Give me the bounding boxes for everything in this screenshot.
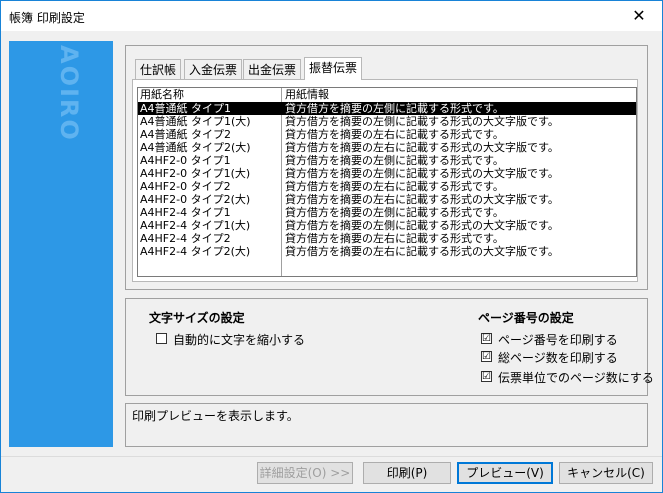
- list-header: 用紙名称 用紙情報: [138, 88, 636, 276]
- button-divider: [1, 456, 662, 457]
- list-item[interactable]: A4普通紙 タイプ1(大) 貸方借方を摘要の左側に記載する形式の大文字版です。: [138, 115, 636, 128]
- paper-info-cell: 貸方借方を摘要の左右に記載する形式の大文字版です。: [285, 193, 559, 206]
- paper-list[interactable]: 用紙名称 用紙情報 A4普通紙 タイプ1 貸方借方を摘要の左側に記載する形式です。…: [137, 87, 637, 277]
- paper-name-cell: A4HF2-0 タイプ1: [140, 154, 231, 167]
- paper-name-cell: A4HF2-4 タイプ1(大): [140, 219, 251, 232]
- auto-shrink-checkbox[interactable]: [156, 333, 167, 344]
- tab-transfer-slip[interactable]: 振替伝票: [304, 57, 363, 80]
- list-item[interactable]: A4HF2-0 タイプ1 貸方借方を摘要の左側に記載する形式です。: [138, 154, 636, 167]
- paper-info-cell: 貸方借方を摘要の左右に記載する形式の大文字版です。: [285, 245, 559, 258]
- list-item[interactable]: A4普通紙 タイプ2 貸方借方を摘要の左右に記載する形式です。: [138, 128, 636, 141]
- paper-info-cell: 貸方借方を摘要の左右に記載する形式です。: [285, 180, 504, 193]
- list-item[interactable]: A4HF2-4 タイプ1 貸方借方を摘要の左側に記載する形式です。: [138, 206, 636, 219]
- header-paper-name[interactable]: 用紙名称: [140, 88, 184, 101]
- paper-info-cell: 貸方借方を摘要の左側に記載する形式の大文字版です。: [285, 167, 559, 180]
- header-paper-info[interactable]: 用紙情報: [285, 88, 329, 101]
- list-item[interactable]: A4普通紙 タイプ2(大) 貸方借方を摘要の左右に記載する形式の大文字版です。: [138, 141, 636, 154]
- font-size-title: 文字サイズの設定: [149, 311, 245, 325]
- tab-payment-slip[interactable]: 出金伝票: [243, 59, 302, 79]
- brand-logo: AOIRO: [55, 45, 83, 142]
- paper-info-cell: 貸方借方を摘要の左側に記載する形式です。: [285, 154, 504, 167]
- paper-info-cell: 貸方借方を摘要の左側に記載する形式の大文字版です。: [285, 219, 559, 232]
- list-item[interactable]: A4HF2-0 タイプ2(大) 貸方借方を摘要の左右に記載する形式の大文字版です。: [138, 193, 636, 206]
- preview-button[interactable]: プレビュー(V): [457, 462, 553, 484]
- brand-panel: AOIRO: [9, 41, 113, 447]
- print-total-pages-label[interactable]: 総ページ数を印刷する: [498, 349, 618, 366]
- paper-name-cell: A4HF2-4 タイプ2(大): [140, 245, 251, 258]
- paper-name-cell: A4HF2-4 タイプ2: [140, 232, 231, 245]
- list-item[interactable]: A4HF2-4 タイプ2 貸方借方を摘要の左右に記載する形式です。: [138, 232, 636, 245]
- list-item[interactable]: A4HF2-4 タイプ2(大) 貸方借方を摘要の左右に記載する形式の大文字版です。: [138, 245, 636, 258]
- cancel-button[interactable]: キャンセル(C): [559, 462, 653, 484]
- paper-name-cell: A4HF2-0 タイプ2: [140, 180, 231, 193]
- paper-name-cell: A4普通紙 タイプ1(大): [140, 115, 251, 128]
- paper-name-cell: A4普通紙 タイプ2(大): [140, 141, 251, 154]
- paper-name-cell: A4HF2-0 タイプ1(大): [140, 167, 251, 180]
- print-total-pages-checkbox[interactable]: ☑: [481, 351, 492, 362]
- title-bar[interactable]: 帳簿 印刷設定 ✕: [1, 1, 662, 31]
- paper-info-cell: 貸方借方を摘要の左右に記載する形式です。: [285, 232, 504, 245]
- list-item[interactable]: A4HF2-0 タイプ1(大) 貸方借方を摘要の左側に記載する形式の大文字版です。: [138, 167, 636, 180]
- auto-shrink-label[interactable]: 自動的に文字を縮小する: [173, 331, 305, 348]
- page-number-title: ページ番号の設定: [478, 311, 574, 325]
- paper-name-cell: A4普通紙 タイプ2: [140, 128, 232, 141]
- paper-name-cell: A4HF2-4 タイプ1: [140, 206, 231, 219]
- window-title: 帳簿 印刷設定: [9, 11, 85, 25]
- paper-name-cell: A4HF2-0 タイプ2(大): [140, 193, 251, 206]
- paper-info-cell: 貸方借方を摘要の左側に記載する形式の大文字版です。: [285, 115, 559, 128]
- print-page-number-label[interactable]: ページ番号を印刷する: [498, 331, 618, 348]
- list-item[interactable]: A4HF2-4 タイプ1(大) 貸方借方を摘要の左側に記載する形式の大文字版です。: [138, 219, 636, 232]
- print-page-number-checkbox[interactable]: ☑: [481, 333, 492, 344]
- paper-info-cell: 貸方借方を摘要の左側に記載する形式です。: [285, 102, 504, 115]
- list-item[interactable]: A4普通紙 タイプ1 貸方借方を摘要の左側に記載する形式です。: [138, 102, 636, 115]
- tab-receipt-slip[interactable]: 入金伝票: [184, 59, 243, 79]
- status-message: 印刷プレビューを表示します。: [132, 409, 299, 423]
- print-button[interactable]: 印刷(P): [363, 462, 451, 484]
- paper-name-cell: A4普通紙 タイプ1: [140, 102, 232, 115]
- paper-info-cell: 貸方借方を摘要の左右に記載する形式です。: [285, 128, 504, 141]
- per-slip-checkbox[interactable]: ☑: [481, 371, 492, 382]
- tab-journal[interactable]: 仕訳帳: [135, 59, 182, 79]
- per-slip-label[interactable]: 伝票単位でのページ数にする: [498, 369, 654, 386]
- print-settings-window: 帳簿 印刷設定 ✕ AOIRO 仕訳帳 入金伝票 出金伝票 振替伝票 用紙名称 …: [0, 0, 663, 493]
- paper-info-cell: 貸方借方を摘要の左右に記載する形式の大文字版です。: [285, 141, 559, 154]
- list-item[interactable]: A4HF2-0 タイプ2 貸方借方を摘要の左右に記載する形式です。: [138, 180, 636, 193]
- close-icon[interactable]: ✕: [616, 1, 662, 31]
- details-button[interactable]: 詳細設定(O) >>: [257, 462, 353, 484]
- paper-info-cell: 貸方借方を摘要の左側に記載する形式です。: [285, 206, 504, 219]
